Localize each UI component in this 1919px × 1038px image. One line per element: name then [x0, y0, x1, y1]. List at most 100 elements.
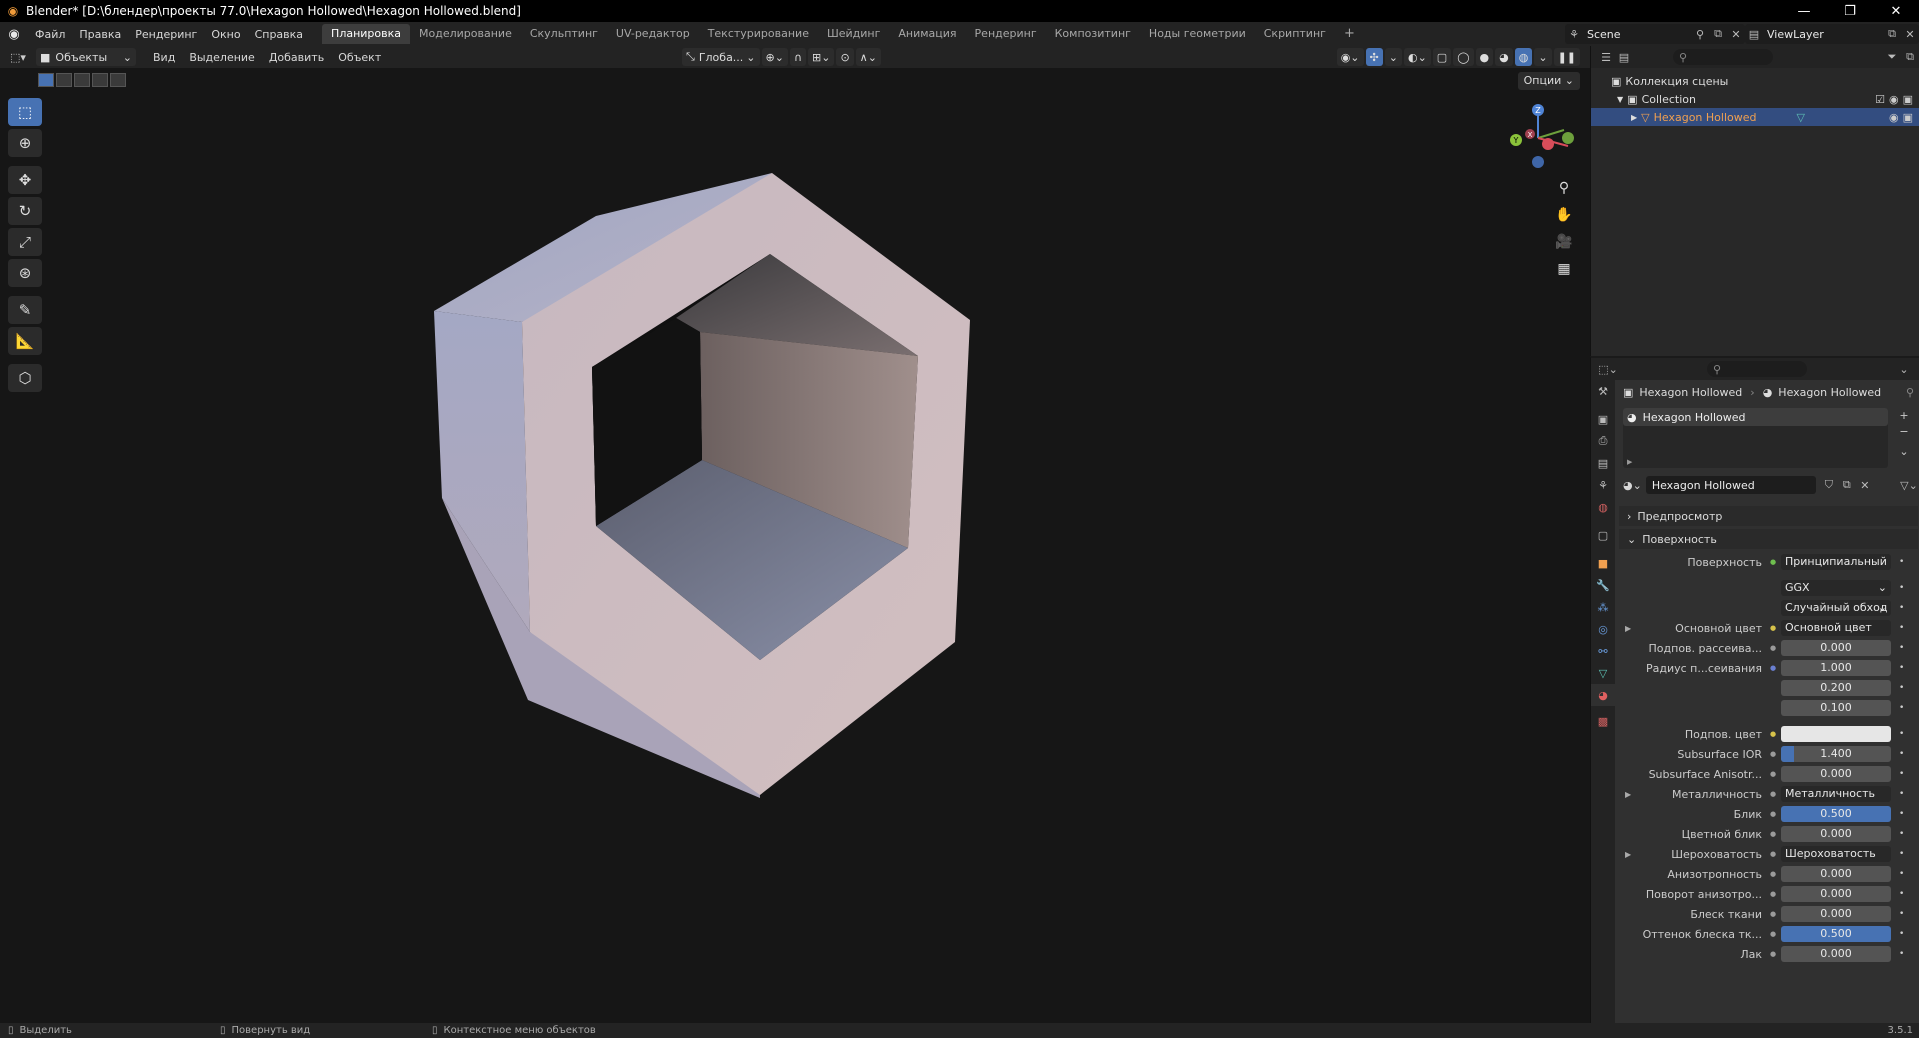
property-value-field[interactable] — [1781, 726, 1891, 742]
tab-texture-paint[interactable]: Текстурирование — [699, 24, 818, 44]
wireframe-shading-button[interactable]: ◯ — [1453, 48, 1474, 66]
add-workspace-button[interactable]: + — [1335, 24, 1364, 44]
blender-menu-icon[interactable]: ◉ — [0, 22, 28, 46]
tab-scripting[interactable]: Скриптинг — [1255, 24, 1335, 44]
chevron-right-icon[interactable]: ▶ — [1631, 113, 1637, 122]
scene-selector[interactable]: ⚘ Scene ⚲ ⧉ ✕ — [1565, 24, 1745, 44]
select-difference-icon[interactable] — [92, 73, 108, 87]
keyframe-icon[interactable]: • — [1899, 789, 1904, 799]
menu-file[interactable]: Файл — [28, 28, 72, 41]
delete-scene-icon[interactable]: ✕ — [1727, 25, 1745, 43]
texture-tab-icon[interactable]: ▩ — [1591, 710, 1615, 732]
tab-compositing[interactable]: Композитинг — [1046, 24, 1140, 44]
menu-edit[interactable]: Правка — [72, 28, 128, 41]
outliner-row-object[interactable]: ▶ ▽ Hexagon Hollowed ▽ ◉ ▣ — [1591, 108, 1919, 126]
editor-type-icon[interactable]: ⬚▾ — [0, 51, 36, 64]
select-extend-icon[interactable] — [56, 73, 72, 87]
annotate-tool-icon[interactable]: ✎ — [8, 296, 42, 324]
keyframe-icon[interactable]: • — [1899, 663, 1904, 673]
keyframe-icon[interactable]: • — [1899, 623, 1904, 633]
expand-icon[interactable]: ▶ — [1625, 624, 1631, 633]
menu-help[interactable]: Справка — [248, 28, 310, 41]
menu-select[interactable]: Выделение — [182, 51, 262, 64]
keyframe-icon[interactable]: • — [1899, 909, 1904, 919]
tab-layout[interactable]: Планировка — [322, 24, 411, 44]
view-layer-tab-icon[interactable]: ▤ — [1591, 452, 1615, 474]
property-value-field[interactable]: 0.000 — [1781, 866, 1891, 882]
camera-icon[interactable]: ▣ — [1903, 111, 1913, 124]
view-layer-selector[interactable]: ▤ ViewLayer ⧉ ✕ — [1745, 24, 1919, 44]
display-mode-icon[interactable]: ▤ — [1615, 48, 1633, 66]
close-button[interactable]: ✕ — [1873, 0, 1919, 22]
slot-expand-icon[interactable]: ▶ — [1627, 458, 1632, 466]
select-new-icon[interactable] — [38, 73, 54, 87]
snap-toggle[interactable]: ∩ — [789, 48, 807, 66]
socket-link-icon[interactable]: ● — [1768, 749, 1778, 759]
keyframe-icon[interactable]: • — [1899, 703, 1904, 713]
property-value-field[interactable]: 0.000 — [1781, 946, 1891, 962]
tab-shading[interactable]: Шейдинг — [818, 24, 889, 44]
rendered-shading-button[interactable]: ◍ — [1514, 48, 1533, 66]
zoom-icon[interactable]: ⚲ — [1552, 176, 1576, 200]
collection-tab-icon[interactable]: ▢ — [1591, 524, 1615, 546]
camera-icon[interactable]: ▣ — [1903, 93, 1913, 106]
property-value-field[interactable]: 0.000 — [1781, 640, 1891, 656]
keyframe-icon[interactable]: • — [1899, 889, 1904, 899]
property-value-field[interactable]: Металличность — [1781, 786, 1891, 802]
outliner-search-input[interactable]: ⚲ — [1673, 49, 1773, 65]
property-value-field[interactable]: 0.500 — [1781, 806, 1891, 822]
keyframe-icon[interactable]: • — [1899, 869, 1904, 879]
property-dropdown[interactable]: Случайный обход ⌄ — [1781, 600, 1891, 616]
tab-sculpting[interactable]: Скульптинг — [521, 24, 607, 44]
particles-tab-icon[interactable]: ⁂ — [1591, 596, 1615, 618]
panel-surface[interactable]: ⌄ Поверхность — [1619, 529, 1918, 549]
world-tab-icon[interactable]: ◍ — [1591, 496, 1615, 518]
modifiers-tab-icon[interactable]: 🔧 — [1591, 574, 1615, 596]
tab-geometry-nodes[interactable]: Ноды геометрии — [1140, 24, 1255, 44]
socket-link-icon[interactable]: ● — [1768, 829, 1778, 839]
visibility-selector[interactable]: ◉⌄ — [1336, 48, 1364, 66]
keyframe-icon[interactable]: • — [1899, 643, 1904, 653]
scene-tab-icon[interactable]: ⚘ — [1591, 474, 1615, 496]
property-value-field[interactable]: 1.000 — [1781, 660, 1891, 676]
filter-icon[interactable]: ⏷ — [1883, 48, 1901, 66]
property-value-field[interactable]: 0.500 — [1781, 926, 1891, 942]
move-tool-icon[interactable]: ✥ — [8, 166, 42, 194]
material-shading-button[interactable]: ◕ — [1495, 48, 1513, 66]
menu-window[interactable]: Окно — [204, 28, 247, 41]
menu-add[interactable]: Добавить — [262, 51, 331, 64]
socket-link-icon[interactable]: ● — [1768, 949, 1778, 959]
orientation-selector[interactable]: ⤡ Глоба... ⌄ — [682, 48, 760, 66]
snap-selector[interactable]: ⊞⌄ — [808, 48, 835, 66]
keyframe-icon[interactable]: • — [1899, 557, 1904, 567]
outliner-row-scene-collection[interactable]: ▣ Коллекция сцены — [1591, 72, 1919, 90]
properties-editor-icon[interactable]: ⬚⌄ — [1598, 360, 1618, 378]
expand-icon[interactable]: ▶ — [1625, 850, 1631, 859]
property-dropdown[interactable]: GGX ⌄ — [1781, 580, 1891, 596]
falloff-selector[interactable]: ∧⌄ — [855, 48, 881, 66]
property-value-field[interactable]: Принципиальный BSDF — [1781, 554, 1891, 570]
menu-object[interactable]: Объект — [331, 51, 388, 64]
maximize-button[interactable]: ❐ — [1827, 0, 1873, 22]
select-intersect-icon[interactable] — [110, 73, 126, 87]
socket-link-icon[interactable]: ● — [1768, 557, 1778, 567]
keyframe-icon[interactable]: • — [1899, 949, 1904, 959]
pin-icon[interactable]: ⚲ — [1906, 386, 1914, 399]
property-value-field[interactable]: 0.000 — [1781, 826, 1891, 842]
socket-link-icon[interactable]: ● — [1768, 623, 1778, 633]
gizmo-toggle[interactable]: ✣ — [1365, 48, 1383, 66]
eye-icon[interactable]: ◉ — [1889, 111, 1899, 124]
constraints-tab-icon[interactable]: ⚯ — [1591, 640, 1615, 662]
keyframe-icon[interactable]: • — [1899, 769, 1904, 779]
socket-link-icon[interactable]: ● — [1768, 729, 1778, 739]
keyframe-icon[interactable]: • — [1899, 749, 1904, 759]
socket-link-icon[interactable]: ● — [1768, 909, 1778, 919]
hexagon-hollowed-mesh[interactable] — [0, 68, 1590, 1023]
cursor-tool-icon[interactable]: ⊕ — [8, 129, 42, 157]
material-slot-item[interactable]: ◕ Hexagon Hollowed — [1623, 408, 1888, 426]
properties-search-input[interactable]: ⚲ — [1707, 361, 1807, 377]
proportional-toggle[interactable]: ⊙ — [836, 48, 854, 66]
solid-shading-button[interactable]: ● — [1475, 48, 1494, 66]
keyframe-icon[interactable]: • — [1899, 929, 1904, 939]
options-button[interactable]: Опции ⌄ — [1517, 72, 1580, 90]
